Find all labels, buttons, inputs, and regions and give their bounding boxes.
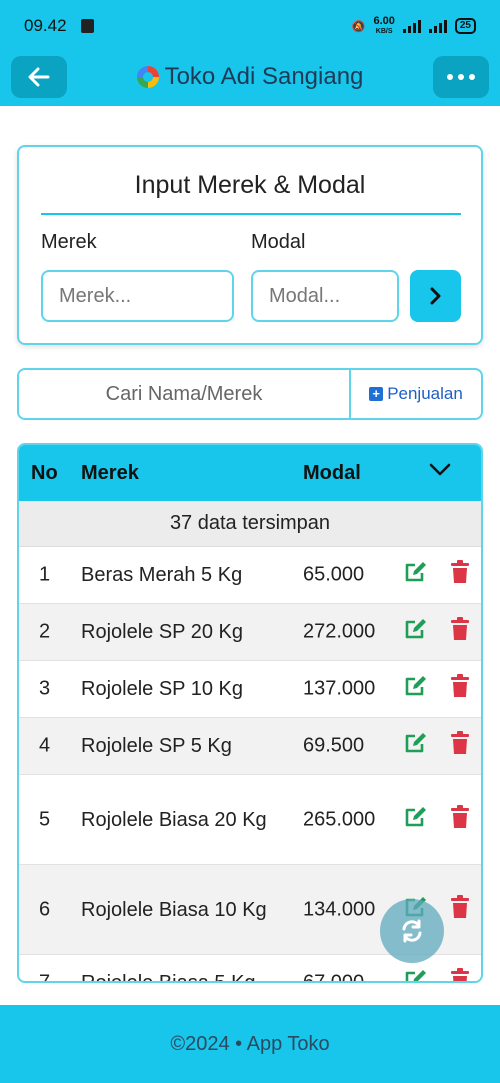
signal-4g-icon: [428, 19, 447, 33]
app-title: Toko Adi Sangiang: [136, 63, 364, 91]
top-bar: 09.42 🔕 6.00 KB/S 25 Toko Adi Sangiang: [0, 0, 500, 106]
row-no: 6: [39, 898, 51, 920]
modal-label: Modal: [251, 231, 306, 253]
row-modal: 65.000: [303, 563, 365, 586]
refresh-button[interactable]: [380, 899, 444, 963]
plus-square-icon: +: [369, 387, 384, 401]
more-menu-button[interactable]: [432, 56, 489, 98]
status-bar: 09.42 🔕 6.00 KB/S 25: [0, 0, 500, 52]
merek-input[interactable]: Merek...: [41, 270, 234, 322]
edit-icon[interactable]: [404, 618, 428, 646]
edit-icon[interactable]: [404, 732, 428, 760]
row-modal: 67.000: [303, 971, 365, 983]
app-bar: Toko Adi Sangiang: [11, 56, 489, 98]
title-divider: [41, 213, 461, 215]
trash-icon[interactable]: [450, 731, 470, 761]
table-row: 5 Rojolele Biasa 20 Kg 265.000: [19, 775, 481, 865]
row-merek: Rojolele Biasa 10 Kg: [81, 898, 267, 921]
status-time: 09.42: [24, 16, 67, 35]
row-merek: Rojolele Biasa 20 Kg: [81, 808, 267, 831]
search-input[interactable]: Cari Nama/Merek: [19, 370, 349, 418]
app-title-text: Toko Adi Sangiang: [164, 63, 364, 90]
row-no: 2: [39, 620, 51, 643]
table-header: No Merek Modal: [19, 445, 481, 501]
edit-icon[interactable]: [404, 969, 428, 981]
more-horizontal-icon: [446, 74, 475, 80]
header-merek: Merek: [81, 461, 139, 484]
row-modal: 272.000: [303, 620, 376, 643]
header-modal: Modal: [303, 461, 361, 484]
row-no: 5: [39, 808, 51, 830]
row-merek: Beras Merah 5 Kg: [81, 564, 243, 586]
row-modal: 265.000: [303, 808, 376, 830]
row-no: 3: [39, 677, 51, 700]
input-card: Input Merek & Modal Merek Modal Merek...…: [17, 145, 483, 345]
network-speed: 6.00 KB/S: [373, 14, 395, 35]
row-modal: 137.000: [303, 677, 376, 700]
saved-count-row: 37 data tersimpan: [19, 501, 481, 547]
row-no: 1: [39, 563, 51, 586]
footer: ©2024 • App Toko: [0, 1005, 500, 1083]
row-merek: Rojolele Biasa 5 Kg: [81, 972, 256, 983]
modal-input[interactable]: Modal...: [251, 270, 399, 322]
arrow-left-icon: [28, 67, 50, 87]
trash-icon[interactable]: [450, 674, 470, 704]
row-modal: 134.000: [303, 898, 376, 920]
app-logo-icon: [136, 66, 159, 88]
edit-icon[interactable]: [404, 675, 428, 703]
input-card-title: Input Merek & Modal: [134, 171, 366, 199]
edit-icon[interactable]: [404, 806, 428, 834]
back-button[interactable]: [11, 56, 67, 98]
row-modal: 69.500: [303, 734, 365, 757]
refresh-icon: [402, 919, 422, 943]
table-row: 4 Rojolele SP 5 Kg 69.500: [19, 718, 481, 775]
table-row: 2 Rojolele SP 20 Kg 272.000: [19, 604, 481, 661]
footer-text: ©2024 • App Toko: [170, 1032, 330, 1055]
notification-icon: [80, 19, 94, 33]
chevron-down-icon[interactable]: [429, 463, 451, 477]
row-merek: Rojolele SP 20 Kg: [81, 621, 243, 643]
trash-icon[interactable]: [450, 560, 470, 590]
merek-label: Merek: [41, 231, 97, 253]
row-merek: Rojolele SP 10 Kg: [81, 678, 243, 700]
edit-icon[interactable]: [404, 561, 428, 589]
trash-icon[interactable]: [450, 968, 470, 981]
row-no: 7: [39, 971, 51, 983]
penjualan-label: Penjualan: [387, 384, 463, 403]
chevron-right-icon: [430, 287, 440, 305]
battery-icon: 25: [454, 18, 476, 34]
submit-button[interactable]: [410, 270, 461, 322]
trash-icon[interactable]: [450, 894, 470, 925]
signal-icon: [402, 19, 421, 33]
table-row: 3 Rojolele SP 10 Kg 137.000: [19, 661, 481, 718]
search-row: Cari Nama/Merek + Penjualan: [17, 368, 483, 420]
trash-icon[interactable]: [450, 804, 470, 835]
table-row: 1 Beras Merah 5 Kg 65.000: [19, 547, 481, 604]
penjualan-button[interactable]: + Penjualan: [349, 370, 481, 418]
mute-icon: 🔕: [351, 20, 366, 33]
trash-icon[interactable]: [450, 617, 470, 647]
header-no: No: [31, 461, 58, 484]
row-no: 4: [39, 734, 51, 757]
row-merek: Rojolele SP 5 Kg: [81, 735, 232, 757]
